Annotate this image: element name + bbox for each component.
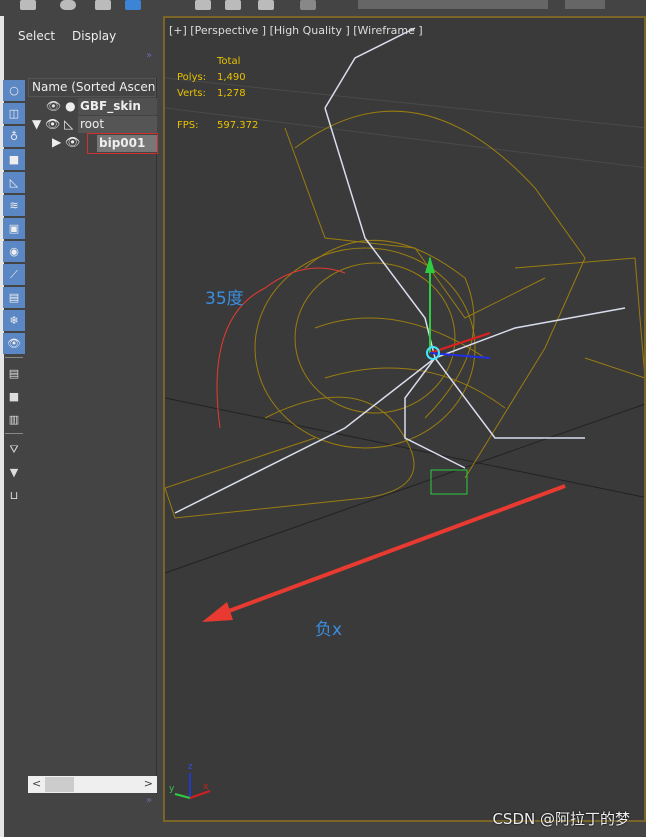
bone-filter-icon[interactable]: ⟋: [3, 264, 25, 285]
snap2-icon[interactable]: [225, 0, 241, 10]
bip-root-box: [430, 469, 468, 495]
display-all-icon[interactable]: ▤: [3, 363, 25, 384]
mesh-icon: ●: [65, 99, 76, 113]
explorer-filter-toolbar: ○ ◫ ♁ ■ ◺ ≋ ▣ ◉ ⟋ ▤ ❄ 👁 ▤ ■ ▥ ⛛ ▼ ⊔: [3, 80, 25, 508]
expand-arrow-icon[interactable]: ▼: [32, 117, 41, 131]
snap3-icon[interactable]: [258, 0, 274, 10]
camera-filter-icon[interactable]: ■: [3, 149, 25, 170]
collapse-arrow-icon[interactable]: ▶: [52, 135, 61, 149]
tree-item-label[interactable]: root: [78, 116, 157, 133]
hidden-filter-icon[interactable]: 👁: [3, 333, 25, 354]
geometry-filter-icon[interactable]: ○: [3, 80, 25, 101]
horizontal-scrollbar[interactable]: < >: [28, 776, 157, 793]
negative-x-arrow: [209, 484, 566, 620]
eye-icon[interactable]: 👁: [46, 99, 61, 113]
eye-icon[interactable]: 👁: [65, 135, 80, 149]
axis-y-label: y: [169, 784, 175, 794]
helper-filter-icon[interactable]: ◺: [3, 172, 25, 193]
selection-set-dropdown[interactable]: [358, 0, 548, 9]
polys-value: 1,490: [217, 72, 246, 83]
verts-value: 1,278: [217, 88, 246, 99]
layers-icon[interactable]: ⊔: [3, 485, 25, 506]
expand-chevron-icon[interactable]: »: [146, 795, 152, 806]
filter-icon[interactable]: ▼: [3, 462, 25, 483]
frozen-filter-icon[interactable]: ❄: [3, 310, 25, 331]
scene-explorer-icon[interactable]: [20, 0, 36, 10]
watermark: CSDN @阿拉丁的梦: [492, 810, 630, 828]
shape-filter-icon[interactable]: ◫: [3, 103, 25, 124]
polys-label: Polys:: [177, 72, 207, 83]
tree-item-gbf-skin[interactable]: 👁 ●: [46, 98, 76, 115]
fps-value: 597.372: [217, 120, 259, 131]
toolbar-dropdown[interactable]: [565, 0, 605, 9]
scene-explorer: Name (Sorted Ascending) 👁 ● GBF_skin ▼ 👁…: [28, 78, 158, 794]
angle-annotation: 35度: [205, 289, 244, 309]
main-toolbar: [0, 0, 646, 16]
eye-icon[interactable]: 👁: [45, 117, 60, 131]
viewport-label-menu[interactable]: [+] [Perspective ] [High Quality ] [Wire…: [169, 24, 423, 37]
material-icon[interactable]: [60, 0, 76, 10]
arrow-head: [202, 602, 233, 622]
expand-chevron-icon[interactable]: »: [146, 50, 152, 61]
render-icon[interactable]: [95, 0, 111, 10]
biped-bones: [174, 27, 626, 514]
filter-settings-icon[interactable]: ⛛: [3, 439, 25, 460]
bone-icon: ◺: [64, 117, 74, 131]
light-filter-icon[interactable]: ♁: [3, 126, 25, 147]
xref-filter-icon[interactable]: ◉: [3, 241, 25, 262]
mesh-wireframe: [165, 110, 644, 519]
name-column-header[interactable]: Name (Sorted Ascending): [28, 78, 156, 97]
perspective-viewport[interactable]: [+] [Perspective ] [High Quality ] [Wire…: [163, 16, 646, 822]
menu-display[interactable]: Display: [72, 29, 116, 43]
scroll-left-icon[interactable]: <: [32, 777, 41, 790]
wireframe-scene: [165, 27, 644, 799]
axis-z-label: z: [188, 762, 193, 772]
container-filter-icon[interactable]: ▤: [3, 287, 25, 308]
teapot-icon[interactable]: [125, 0, 141, 10]
tree-item-root[interactable]: ▼ 👁 ◺: [32, 116, 73, 133]
tree-item-bip001[interactable]: ▶ 👁: [52, 134, 80, 151]
invert-display-icon[interactable]: ▥: [3, 409, 25, 430]
tree-item-label[interactable]: GBF_skin: [78, 98, 157, 115]
scroll-thumb[interactable]: [45, 777, 74, 792]
group-filter-icon[interactable]: ▣: [3, 218, 25, 239]
move-icon[interactable]: [300, 0, 316, 10]
fps-label: FPS:: [177, 120, 199, 131]
scroll-right-icon[interactable]: >: [144, 777, 153, 790]
menu-select[interactable]: Select: [18, 29, 55, 43]
axis-x-label: x: [203, 782, 209, 792]
verts-label: Verts:: [177, 88, 206, 99]
stats-total-label: Total: [217, 56, 241, 67]
spacewarp-filter-icon[interactable]: ≋: [3, 195, 25, 216]
snap-icon[interactable]: [195, 0, 211, 10]
tree-item-label[interactable]: bip001: [97, 135, 157, 152]
display-none-icon[interactable]: ■: [3, 386, 25, 407]
direction-annotation: 负x: [315, 620, 343, 640]
